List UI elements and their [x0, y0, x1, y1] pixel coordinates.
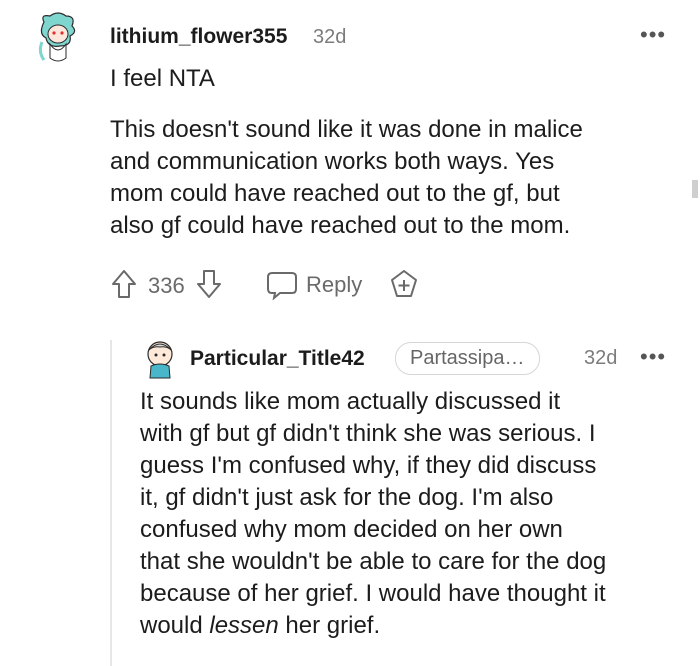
- last-line-end: her grief.: [278, 612, 381, 639]
- comment-body-line: mom could have reached out to the gf, bu…: [110, 180, 560, 207]
- last-line-start: would: [140, 612, 210, 639]
- scrollbar-thumb[interactable]: [692, 180, 698, 198]
- downvote-button[interactable]: [195, 268, 223, 300]
- reply-more-options-icon[interactable]: •••: [640, 346, 666, 368]
- comment-username[interactable]: lithium_flower355: [110, 25, 287, 49]
- avatar-image: [38, 12, 76, 62]
- upvote-icon: [112, 270, 136, 298]
- more-options-icon[interactable]: •••: [640, 24, 666, 46]
- reply-username[interactable]: Particular_Title42: [190, 347, 365, 371]
- reply-avatar[interactable]: [143, 340, 177, 380]
- user-flair-badge: Partassipa…: [395, 342, 540, 375]
- comment-body-line: and communication works both ways. Yes: [110, 148, 555, 175]
- reply-body-line: It sounds like mom actually discussed it: [140, 388, 561, 415]
- award-plus-icon: [391, 270, 417, 297]
- reply-label: Reply: [306, 272, 363, 297]
- reply-icon: [267, 272, 297, 300]
- reply-body-line: that she wouldn't be able to care for th…: [140, 548, 607, 575]
- reply-body-line: it, gf didn't just ask for the dog. I'm …: [140, 484, 554, 511]
- reply-body-last-line: would lessen her grief.: [140, 610, 695, 642]
- upvote-button[interactable]: [110, 268, 138, 300]
- comment-age: 32d: [313, 26, 347, 48]
- comment-body-line: This doesn't sound like it was done in m…: [110, 116, 583, 143]
- reply-age: 32d: [584, 347, 618, 369]
- thread-line[interactable]: [110, 340, 112, 666]
- award-button[interactable]: [388, 268, 420, 300]
- downvote-icon: [197, 270, 221, 298]
- reply-button[interactable]: Reply: [266, 270, 362, 300]
- comment-title: I feel NTA: [110, 65, 215, 92]
- reply-body-line: with gf but gf didn't think she was seri…: [140, 420, 596, 447]
- emphasized-word: lessen: [209, 612, 279, 639]
- reply-body-line: guess I'm confused why, if they did disc…: [140, 452, 597, 479]
- reply-body: It sounds like mom actually discussed it…: [140, 386, 695, 642]
- user-avatar[interactable]: [36, 12, 80, 62]
- comment-body-line: also gf could have reached out to the mo…: [110, 212, 571, 239]
- reply-body-line: because of her grief. I would have thoug…: [140, 580, 606, 607]
- comment-body: This doesn't sound like it was done in m…: [110, 114, 690, 242]
- vote-score: 336: [148, 273, 185, 298]
- reply-body-line: confused why mom decided on her own: [140, 516, 563, 543]
- avatar-image: [147, 341, 173, 379]
